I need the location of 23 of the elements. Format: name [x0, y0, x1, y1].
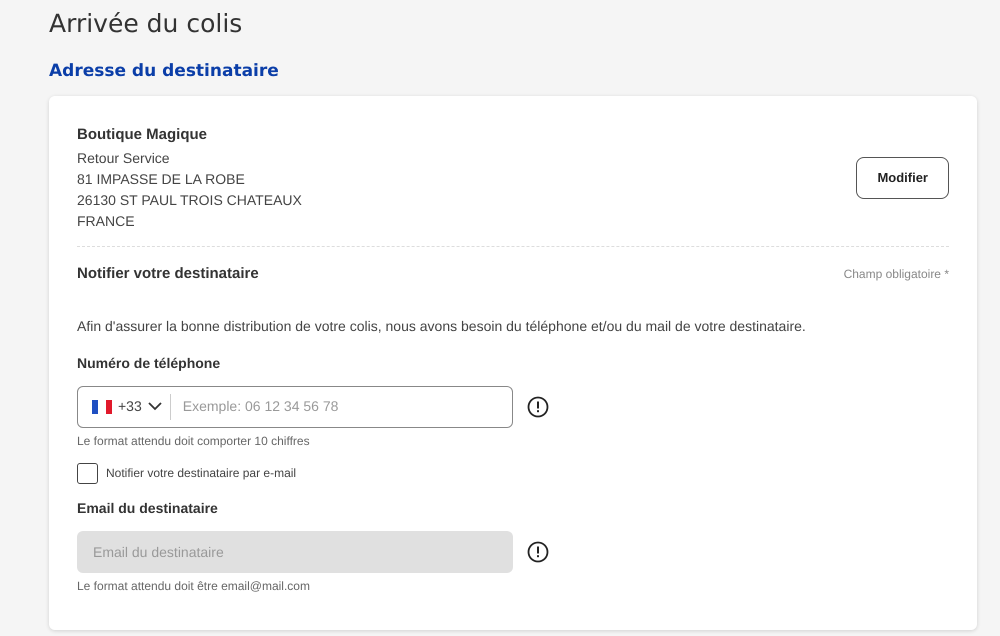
warning-icon — [527, 540, 549, 562]
section-title: Adresse du destinataire — [49, 60, 280, 82]
email-hint: Le format attendu doit être email@mail.com — [77, 578, 310, 594]
required-note: Champ obligatoire * — [844, 266, 949, 284]
recipient-name: Boutique Magique — [77, 125, 208, 145]
page-title: Arrivée du colis — [49, 8, 244, 40]
flag-icon — [92, 400, 112, 414]
country-selector[interactable]: +33 — [78, 394, 171, 420]
chevron-down-icon — [148, 402, 162, 411]
warning-icon — [527, 396, 549, 418]
address-line: 26130 ST PAUL TROIS CHATEAUX — [77, 191, 302, 210]
phone-field[interactable]: +33 Exemple: 06 12 34 56 78 — [77, 386, 513, 428]
intro-text: Afin d'assurer la bonne distribution de votre colis, nous avons besoin du téléphone et/ou du mail de votre destinataire. — [77, 316, 807, 336]
email-checkbox-label: Notifier votre destinataire par e-mail — [106, 465, 296, 482]
edit-button[interactable]: Modifier — [856, 157, 949, 199]
notify-title: Notifier votre destinataire — [77, 264, 259, 284]
phone-hint: Le format attendu doit comporter 10 chiffres — [77, 432, 310, 450]
address-line: FRANCE — [77, 212, 136, 231]
phone-label: Numéro de téléphone — [77, 354, 220, 373]
address-line: Retour Service — [77, 149, 171, 168]
email-checkbox[interactable] — [77, 462, 98, 484]
email-label: Email du destinataire — [77, 498, 218, 518]
address-line: 81 IMPASSE DE LA ROBE — [77, 170, 246, 189]
